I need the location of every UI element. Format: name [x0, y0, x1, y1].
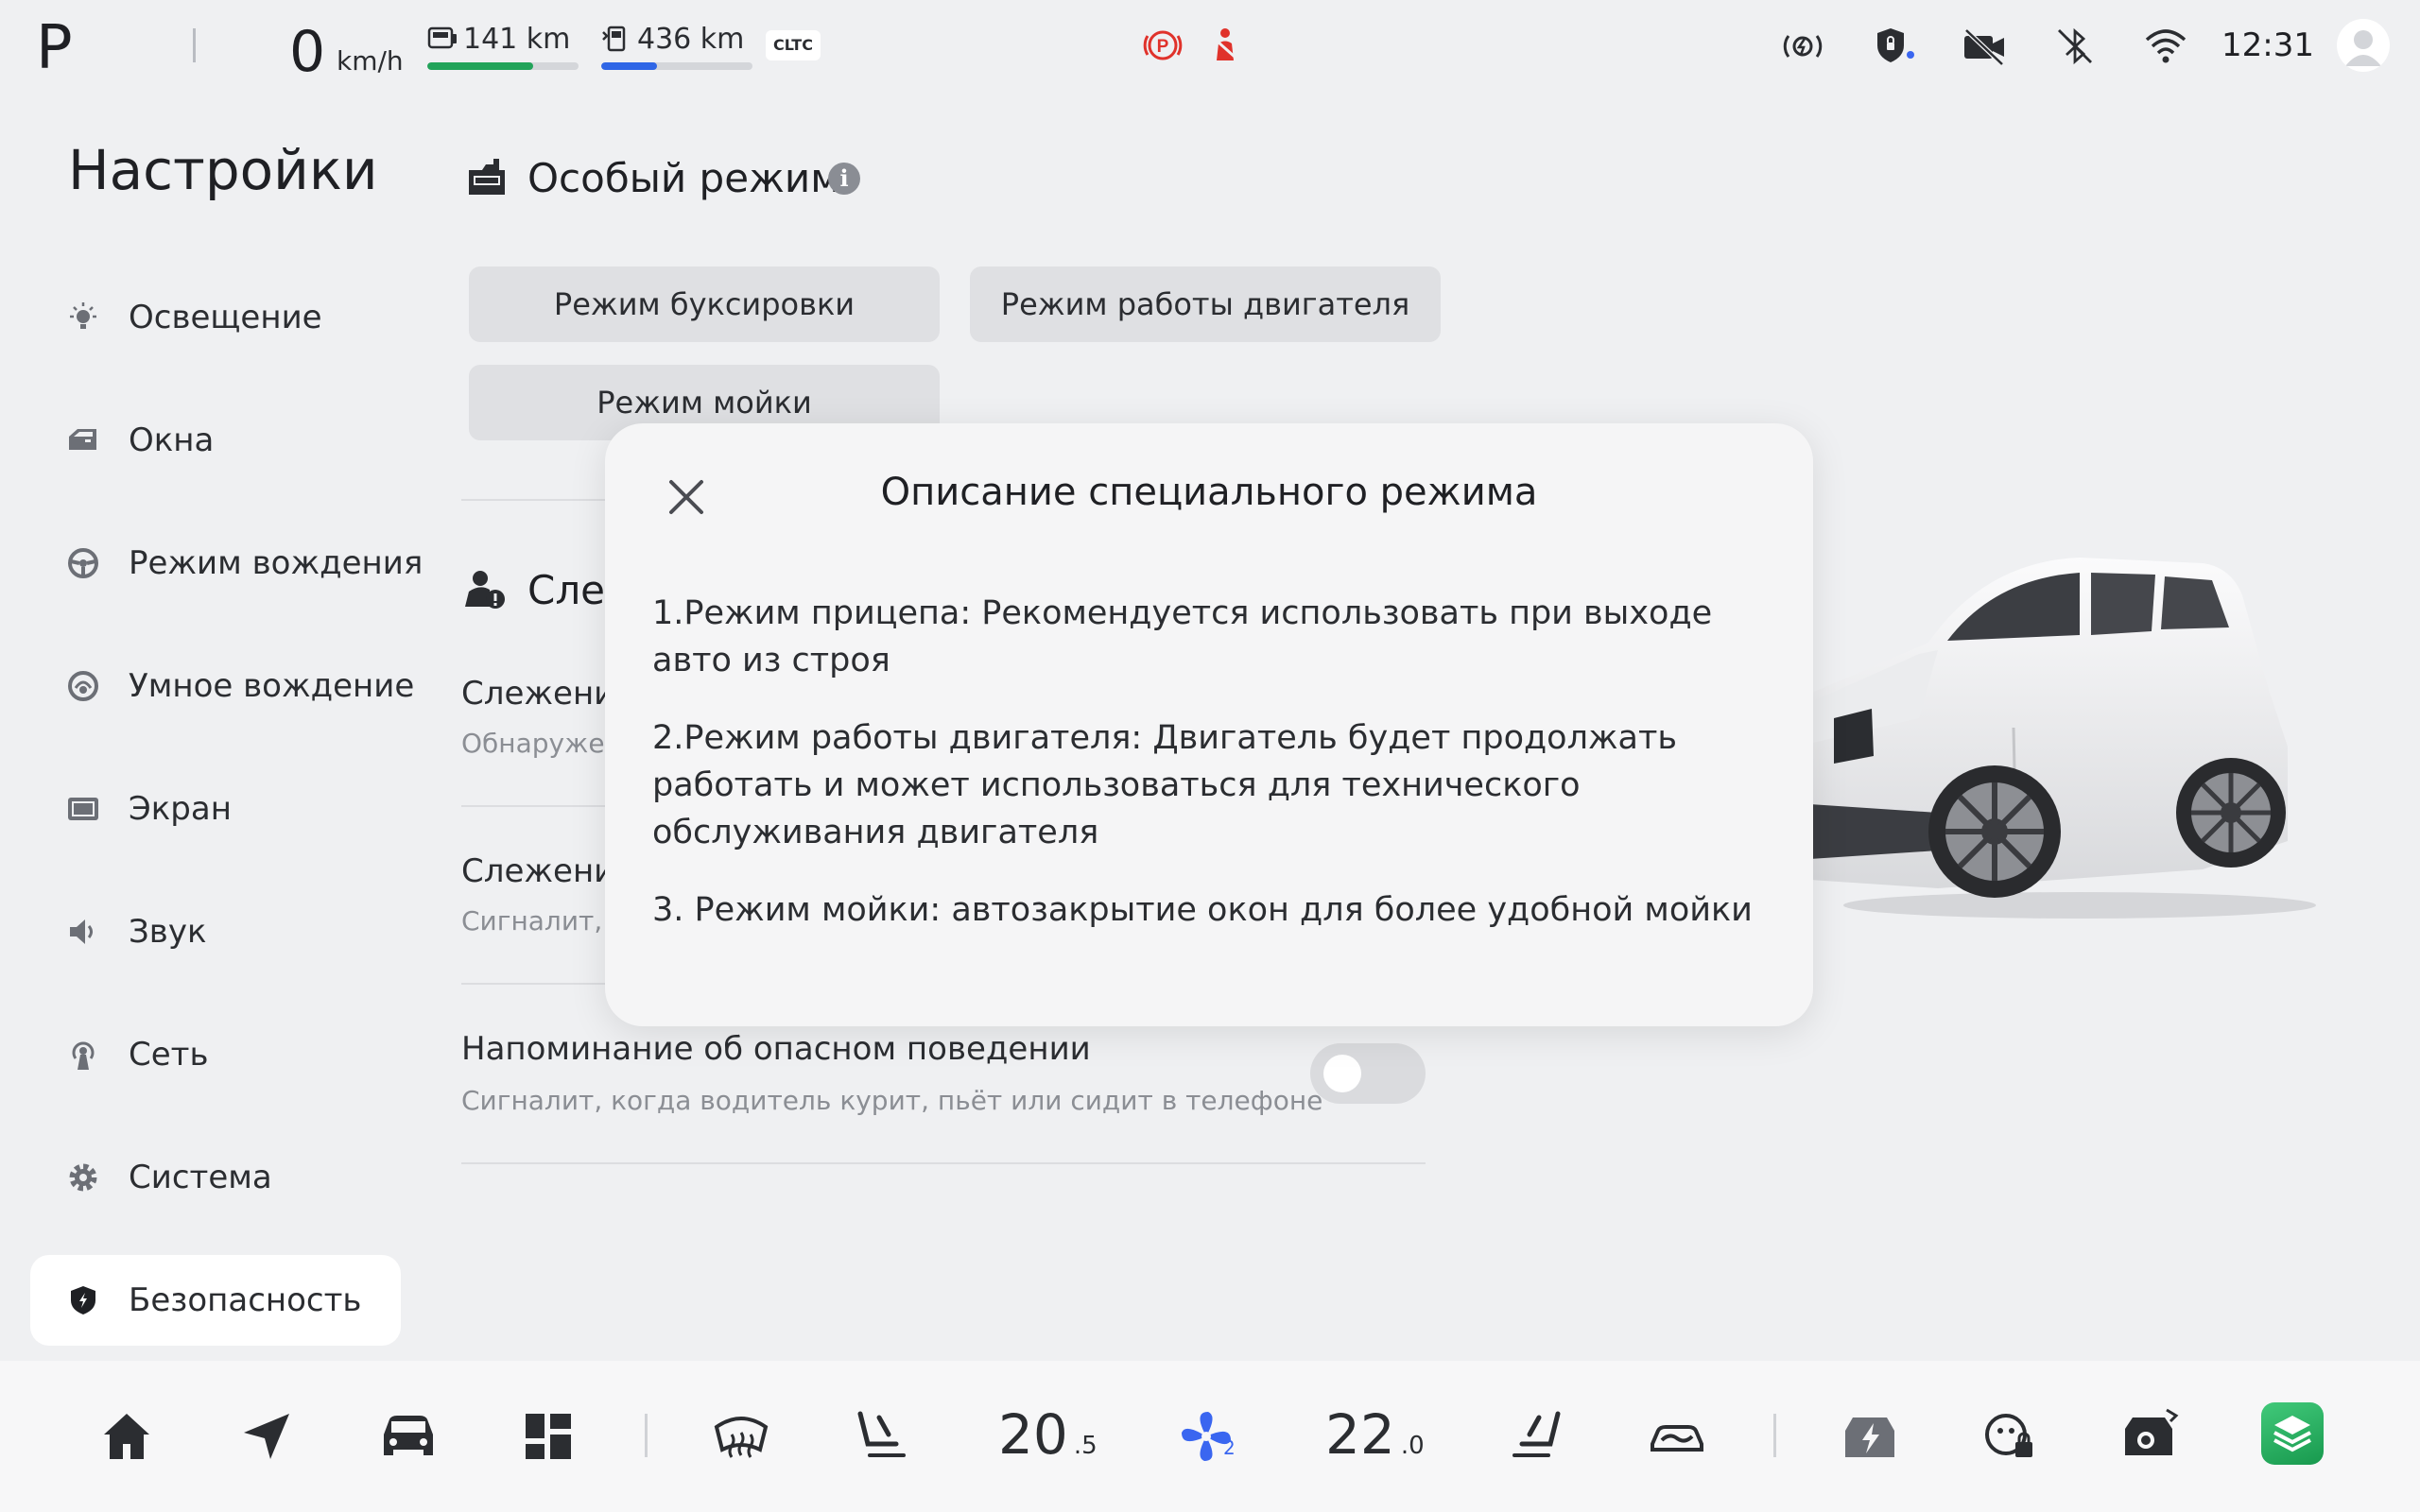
- vehicle-icon[interactable]: [378, 1406, 439, 1467]
- lightbulb-icon: [70, 302, 96, 329]
- row-subtitle: Сигналит, к: [461, 905, 628, 936]
- fuel-pump-icon: [602, 26, 626, 52]
- energy-icon[interactable]: [1840, 1406, 1900, 1467]
- parking-brake-warning-icon: P: [1143, 30, 1183, 60]
- dialog-title: Описание специального режима: [880, 471, 1538, 514]
- danger-behavior-toggle[interactable]: [1310, 1043, 1426, 1104]
- window-icon: [69, 429, 96, 450]
- fuel-range-bar: [601, 62, 752, 70]
- tow-mode-button[interactable]: Режим буксировки: [469, 266, 940, 342]
- sidebar-item-drive-mode[interactable]: Режим вождения: [30, 518, 423, 609]
- dialog-paragraph: 2.Режим работы двигателя: Двигатель буде…: [652, 719, 1677, 851]
- security-shield-icon: [1877, 28, 1914, 62]
- speed-unit: km/h: [337, 45, 404, 77]
- sidebar-item-security[interactable]: Безопасность: [30, 1255, 401, 1346]
- engine-mode-button[interactable]: Режим работы двигателя: [970, 266, 1441, 342]
- dock-divider: [1773, 1414, 1776, 1457]
- climate-car-icon[interactable]: [1647, 1406, 1707, 1467]
- electric-range: 141 km: [427, 23, 588, 79]
- temp-left-value: 20: [998, 1402, 1068, 1467]
- app-store-icon[interactable]: [2261, 1402, 2324, 1465]
- dialog-paragraph: 1.Режим прицепа: Рекомендуется использов…: [652, 594, 1713, 679]
- status-bar: P 0 km/h 141 km 436 km CLTC P 12:31: [0, 0, 2420, 94]
- bluetooth-off-icon: [2058, 27, 2092, 65]
- network-icon: [72, 1041, 95, 1070]
- rear-defrost-icon[interactable]: [711, 1406, 771, 1467]
- battery-range-icon: [427, 26, 457, 49]
- sidebar-item-label: Экран: [129, 790, 232, 828]
- home-icon[interactable]: [96, 1406, 157, 1467]
- shield-icon: [71, 1286, 95, 1314]
- camera-off-icon: [1964, 28, 2004, 66]
- charging-status-icon: [1783, 35, 1823, 58]
- car-camera-icon[interactable]: [2119, 1406, 2180, 1467]
- user-icon: [2345, 30, 2381, 66]
- speed-value: 0: [289, 19, 326, 85]
- temp-right-value: 22: [1325, 1402, 1395, 1467]
- apps-grid-icon[interactable]: [518, 1406, 579, 1467]
- seatbelt-warning-icon: [1217, 28, 1236, 60]
- temp-right[interactable]: 22.0: [1325, 1402, 1425, 1467]
- speaker-icon: [70, 919, 93, 944]
- temp-right-decimal: .0: [1400, 1432, 1425, 1460]
- fuel-range-value: 436 km: [637, 23, 745, 56]
- sidebar-item-smart-driving[interactable]: Умное вождение: [30, 641, 414, 731]
- sidebar-item-label: Сеть: [129, 1036, 209, 1074]
- settings-title: Настройки: [68, 138, 378, 202]
- fan-level: 2: [1223, 1436, 1236, 1459]
- danger-behavior-title: Напоминание об опасном поведении: [461, 1030, 1091, 1068]
- dialog-paragraph: 3. Режим мойки: автозакрытие окон для бо…: [652, 891, 1753, 929]
- gear-indicator: P: [36, 13, 73, 83]
- danger-behavior-subtitle: Сигналит, когда водитель курит, пьёт или…: [461, 1085, 1323, 1116]
- temp-left[interactable]: 20.5: [998, 1402, 1098, 1467]
- clock: 12:31: [2221, 26, 2314, 64]
- status-divider: [193, 28, 196, 62]
- divider: [461, 1162, 1426, 1164]
- sidebar-item-label: Безопасность: [129, 1281, 362, 1319]
- row-subtitle: Обнаружен: [461, 728, 622, 759]
- fuel-range: 436 km: [601, 23, 762, 79]
- range-standard-badge: CLTC: [766, 30, 821, 60]
- dock-divider: [645, 1414, 648, 1457]
- car-image: [1796, 558, 2316, 919]
- electric-range-bar: [427, 62, 579, 70]
- sidebar-item-network[interactable]: Сеть: [30, 1009, 401, 1100]
- sidebar-item-sound[interactable]: Звук: [30, 886, 401, 977]
- seat-heating-right-icon[interactable]: [1507, 1406, 1567, 1467]
- sidebar-item-system[interactable]: Система: [30, 1132, 401, 1223]
- smart-drive-icon: [68, 671, 98, 701]
- sidebar-item-label: Окна: [129, 421, 215, 459]
- temp-left-decimal: .5: [1073, 1432, 1098, 1460]
- sidebar-item-label: Освещение: [129, 299, 322, 336]
- sidebar-item-label: Система: [129, 1159, 272, 1196]
- navigation-icon[interactable]: [236, 1406, 297, 1467]
- special-mode-description-dialog: Описание специального режима 1.Режим при…: [605, 423, 1813, 1026]
- wifi-icon: [2145, 29, 2187, 63]
- info-icon[interactable]: i: [828, 163, 860, 195]
- gear-icon: [69, 1163, 97, 1192]
- layers-icon: [2273, 1416, 2311, 1452]
- special-mode-icon: [469, 159, 505, 195]
- driver-monitoring-icon: [465, 571, 505, 609]
- sidebar-item-label: Умное вождение: [129, 667, 415, 705]
- sidebar-item-label: Режим вождения: [129, 544, 424, 582]
- seat-heating-left-icon[interactable]: [851, 1406, 911, 1467]
- sidebar-item-lighting[interactable]: Освещение: [30, 272, 401, 363]
- special-mode-title: Особый режим: [527, 155, 840, 201]
- driver-care-icon[interactable]: [1979, 1406, 2040, 1467]
- electric-range-value: 141 km: [463, 23, 571, 56]
- svg-text:P: P: [1157, 37, 1169, 57]
- toggle-knob: [1323, 1055, 1361, 1092]
- sidebar-item-windows[interactable]: Окна: [30, 395, 401, 486]
- bottom-dock: 20.5 2 22.0: [0, 1361, 2420, 1512]
- screen-icon: [68, 798, 98, 820]
- steering-wheel-icon: [68, 548, 98, 578]
- user-avatar[interactable]: [2337, 19, 2390, 72]
- sidebar-item-label: Звук: [129, 913, 207, 951]
- sidebar-item-screen[interactable]: Экран: [30, 764, 401, 854]
